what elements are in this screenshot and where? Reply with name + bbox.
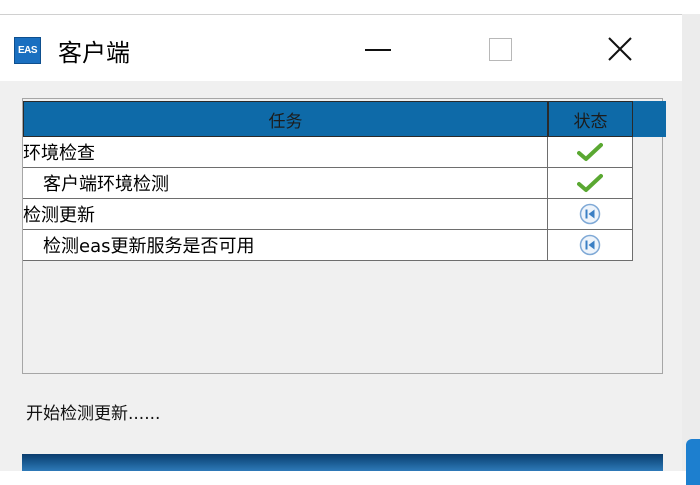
eas-app-icon: EAS <box>14 37 41 64</box>
task-label: 检测eas更新服务是否可用 <box>23 230 548 260</box>
client-window: EAS 客户端 任务 状态 环境检查 客户端环境检测 检测更新 检测eas更新服… <box>0 0 700 485</box>
title-bar[interactable]: EAS 客户端 <box>0 15 682 81</box>
maximize-button <box>478 33 522 65</box>
minimize-icon <box>365 49 391 51</box>
close-icon <box>608 37 632 61</box>
status-message: 开始检测更新...... <box>26 404 161 424</box>
close-button[interactable] <box>598 33 642 65</box>
table-row[interactable]: 环境检查 <box>23 137 633 168</box>
table-row[interactable]: 检测eas更新服务是否可用 <box>23 230 633 261</box>
skip-back-icon <box>548 230 633 260</box>
background-window-accent <box>686 439 700 485</box>
task-label: 环境检查 <box>23 137 548 167</box>
progress-bar <box>22 454 663 471</box>
table-header: 任务 状态 <box>23 101 666 137</box>
task-label: 客户端环境检测 <box>23 168 548 198</box>
content-area: 任务 状态 环境检查 客户端环境检测 检测更新 检测eas更新服务是否可用 开始… <box>0 81 682 471</box>
check-icon <box>548 168 633 198</box>
table-row[interactable]: 检测更新 <box>23 199 633 230</box>
check-icon <box>548 137 633 167</box>
task-label: 检测更新 <box>23 199 548 229</box>
app-icon-label: EAS <box>17 45 38 56</box>
window-title: 客户端 <box>58 39 130 67</box>
skip-back-icon <box>548 199 633 229</box>
column-header-task: 任务 <box>23 101 548 137</box>
task-table-panel: 任务 状态 环境检查 客户端环境检测 检测更新 检测eas更新服务是否可用 <box>22 98 666 374</box>
table-row[interactable]: 客户端环境检测 <box>23 168 633 199</box>
minimize-button[interactable] <box>356 33 400 65</box>
background-window-edge <box>682 14 700 485</box>
maximize-icon <box>488 37 512 61</box>
column-header-status: 状态 <box>548 101 633 137</box>
